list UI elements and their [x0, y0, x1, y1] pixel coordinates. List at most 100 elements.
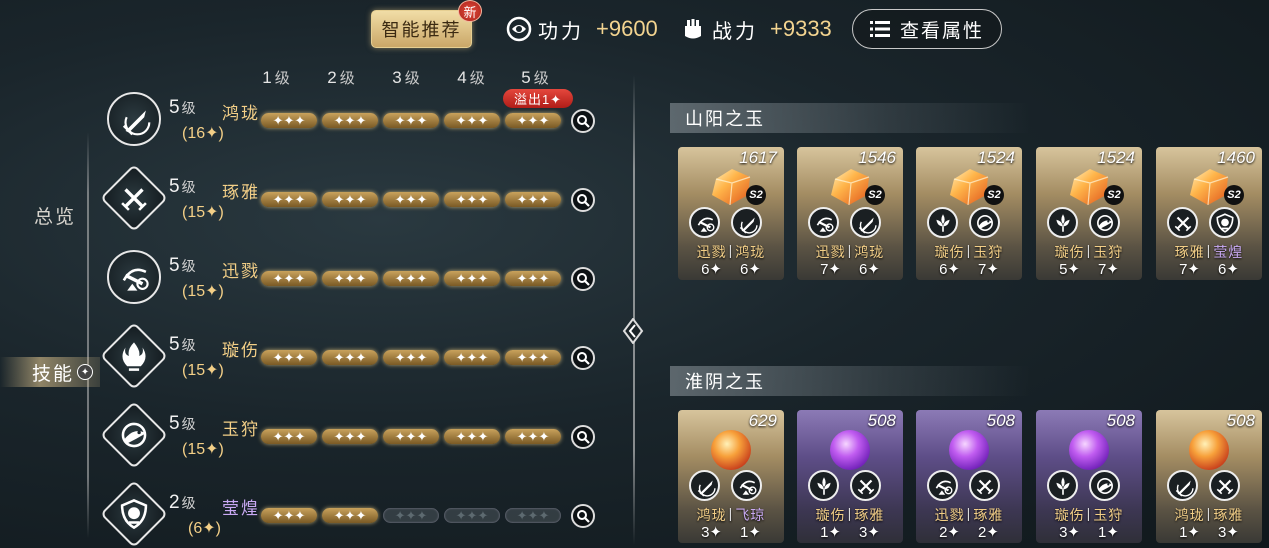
- level-pip: ✦✦✦: [505, 113, 561, 128]
- card-skill-icon: [1047, 207, 1078, 238]
- nav-skills[interactable]: 技能 ✦: [0, 357, 100, 387]
- skill-icon-5[interactable]: [100, 480, 168, 548]
- skill-points: (15✦): [182, 441, 224, 458]
- level-pip: ✦✦✦: [261, 192, 317, 207]
- collapse-handle-icon[interactable]: [622, 318, 644, 344]
- combat-value: +9333: [770, 16, 832, 41]
- view-attributes-label: 查看属性: [899, 20, 984, 42]
- skill-icon-4[interactable]: [100, 401, 168, 469]
- card-skill-name: 璇伤: [1054, 507, 1085, 523]
- card-skill-names: 璇伤 | 玉狩: [1054, 505, 1124, 523]
- level-pip: ✦✦✦: [322, 508, 378, 523]
- card-skill-counts: 6✦ 6✦: [678, 260, 784, 278]
- jade-card[interactable]: 508 璇伤 | 琢雅 1✦ 3✦: [797, 410, 903, 543]
- card-skill-count: 2✦: [978, 524, 999, 541]
- jade-card[interactable]: 1460 S2 琢雅 | 莹煌 7✦ 6✦: [1156, 147, 1262, 280]
- s2-badge-icon: S2: [984, 185, 1004, 205]
- skill-icon-0[interactable]: [107, 92, 161, 146]
- level-pip: ✦✦✦: [444, 113, 500, 128]
- dash-icon: [697, 217, 714, 232]
- skill-level: 5级: [169, 413, 196, 435]
- search-icon[interactable]: [571, 425, 595, 449]
- card-skill-count: 1✦: [820, 524, 841, 541]
- card-skill-counts: 1✦ 3✦: [1156, 523, 1262, 541]
- jade-card[interactable]: 629 鸿珑 | 飞琼 3✦ 1✦: [678, 410, 784, 543]
- level-pip: ✦✦✦: [261, 113, 317, 128]
- level-pip: ✦✦✦: [261, 429, 317, 444]
- sword-icon: [739, 216, 758, 234]
- card-skill-name: 莹煌: [1213, 244, 1244, 260]
- card-skill-name: 琢雅: [1174, 244, 1205, 260]
- skill-icon-2[interactable]: [107, 250, 161, 304]
- level-header-2: 2级: [311, 67, 371, 88]
- jade-card[interactable]: 508 璇伤 | 玉狩 3✦ 1✦: [1036, 410, 1142, 543]
- sword-icon: [122, 109, 151, 136]
- combat-label: 战力: [712, 20, 758, 43]
- jade-card[interactable]: 1617 S2 迅戮 | 鸿珑 6✦ 6✦: [678, 147, 784, 280]
- lily-icon: [1055, 213, 1070, 232]
- skill-icon-1[interactable]: [100, 164, 168, 232]
- view-attributes-button[interactable]: 查看属性: [852, 9, 1002, 49]
- card-skill-icon: [850, 207, 881, 238]
- jade-card[interactable]: 1546 S2 迅戮 | 鸿珑 7✦ 6✦: [797, 147, 903, 280]
- s2-badge-icon: S2: [746, 185, 766, 205]
- smart-recommend-button[interactable]: 智能推荐: [371, 10, 472, 48]
- card-skill-icon: [731, 207, 762, 238]
- skill-level: 5级: [169, 255, 196, 277]
- level-header-1: 1级: [246, 67, 306, 88]
- card-skill-icon: [1209, 470, 1240, 501]
- level-pip: ✦✦✦: [261, 271, 317, 286]
- card-skill-count: 1✦: [1179, 524, 1200, 541]
- card-skill-count: 7✦: [820, 261, 841, 278]
- skill-level-num: 5: [169, 176, 180, 197]
- skill-level-num: 5: [169, 255, 180, 276]
- skill-level-num: 5: [169, 413, 180, 434]
- jade-card[interactable]: 1524 S2 璇伤 | 玉狩 5✦ 7✦: [1036, 147, 1142, 280]
- search-icon[interactable]: [571, 109, 595, 133]
- jade-card[interactable]: 508 迅戮 | 琢雅 2✦ 2✦: [916, 410, 1022, 543]
- nav-skills-label: 技能: [32, 363, 75, 385]
- card-skill-counts: 7✦ 6✦: [1156, 260, 1262, 278]
- search-icon[interactable]: [571, 188, 595, 212]
- level-header-unit: 级: [404, 70, 420, 87]
- power-stat: 功力 +9600: [506, 14, 658, 44]
- shield-icon: [1215, 212, 1234, 233]
- search-icon[interactable]: [571, 267, 595, 291]
- nav-overview[interactable]: 总览: [34, 202, 76, 229]
- level-pip: ✦✦✦: [383, 508, 439, 523]
- jade-card[interactable]: 508 鸿珑 | 琢雅 1✦ 3✦: [1156, 410, 1262, 543]
- dash-icon: [816, 217, 833, 232]
- swords-icon: [121, 188, 147, 211]
- level-pip: ✦✦✦: [322, 113, 378, 128]
- skill-icon-3[interactable]: [100, 322, 168, 390]
- card-skill-name: 璇伤: [934, 244, 965, 260]
- card-skill-icon: [969, 207, 1000, 238]
- jade-orb-icon: [706, 428, 756, 472]
- jade-card[interactable]: 1524 S2 璇伤 | 玉狩 6✦ 7✦: [916, 147, 1022, 280]
- level-pip: ✦✦✦: [505, 271, 561, 286]
- skill-points: (6✦): [188, 520, 221, 537]
- level-header-unit: 级: [533, 70, 549, 87]
- skill-points: (15✦): [182, 204, 224, 221]
- card-skill-name: 玉狩: [1093, 507, 1124, 523]
- card-skill-name: 玉狩: [973, 244, 1004, 260]
- card-skill-count: 7✦: [1179, 261, 1200, 278]
- card-skill-count: 3✦: [1218, 524, 1239, 541]
- level-pip: ✦✦✦: [261, 350, 317, 365]
- card-skill-count: 6✦: [740, 261, 761, 278]
- level-pip: ✦✦✦: [383, 429, 439, 444]
- skill-level-unit: 级: [181, 416, 196, 432]
- card-skill-names: 璇伤 | 玉狩: [934, 242, 1004, 260]
- level-pip: ✦✦✦: [505, 192, 561, 207]
- sword-icon: [858, 216, 877, 234]
- search-icon[interactable]: [571, 346, 595, 370]
- fist-icon: [685, 19, 701, 39]
- new-badge: 新: [458, 0, 482, 22]
- card-skill-count: 6✦: [859, 261, 880, 278]
- search-icon[interactable]: [571, 504, 595, 528]
- card-skill-counts: 3✦ 1✦: [1036, 523, 1142, 541]
- lily-icon: [1055, 476, 1070, 495]
- card-skill-count: 1✦: [740, 524, 761, 541]
- level-header-5: 5级: [505, 67, 565, 88]
- s2-badge-icon: S2: [1104, 185, 1124, 205]
